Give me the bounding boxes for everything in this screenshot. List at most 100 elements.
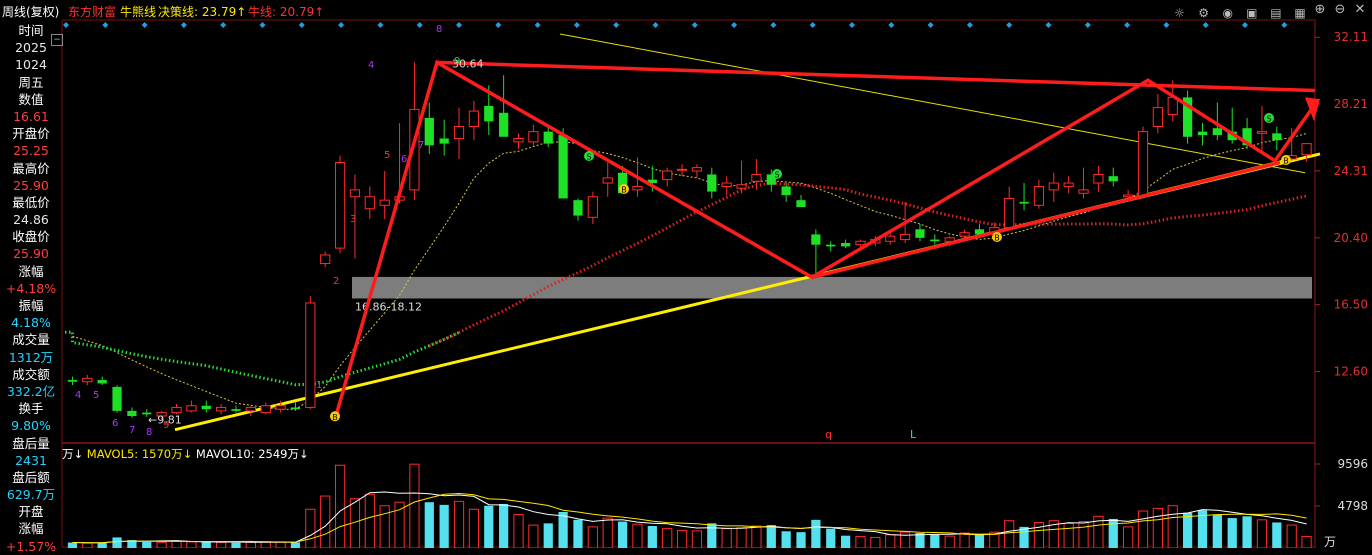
- td-count-label: 7: [418, 140, 424, 151]
- signal-icon-label: S: [774, 171, 779, 180]
- candle-body: [1019, 201, 1029, 204]
- volume-bar: [974, 533, 985, 548]
- volume-axis-label: 4798: [1337, 499, 1368, 513]
- volume-bar: [1183, 512, 1193, 548]
- candle-body: [796, 200, 806, 208]
- volume-bar: [156, 541, 167, 548]
- candle-body: [1272, 133, 1282, 141]
- volume-header: 万↓ MAVOL5: 1570万↓ MAVOL10: 2549万↓: [62, 446, 309, 462]
- volume-bar: [944, 535, 955, 548]
- td-count-label: 8: [436, 24, 442, 35]
- volume-bar: [409, 463, 420, 548]
- td-count-label: 4: [75, 390, 81, 401]
- diamond-marker: [1163, 22, 1170, 28]
- toolbar-icons: ☼ ⚙ ◉ ▣ ▤ ▦: [1169, 2, 1308, 20]
- weekday-value: 周五: [18, 74, 44, 90]
- volume-bar: [781, 531, 791, 548]
- mavol5-value: MAVOL5: 1570万↓: [86, 447, 193, 461]
- candle-body: [364, 196, 375, 210]
- volume-bar: [1063, 522, 1074, 548]
- settings-icon[interactable]: ☼: [1172, 5, 1188, 21]
- amount-label: 成交额: [12, 366, 50, 382]
- collapse-panel-icon[interactable]: −: [51, 34, 63, 46]
- eye-icon[interactable]: ◉: [1220, 5, 1236, 21]
- amplitude-value: 4.18%: [11, 315, 51, 331]
- candle-body: [484, 105, 494, 122]
- gear-icon[interactable]: ⚙: [1196, 5, 1212, 21]
- close-icon[interactable]: ✕: [1352, 2, 1368, 18]
- change-value: +4.18%: [5, 280, 57, 296]
- chart-icon[interactable]: ▤: [1268, 5, 1284, 21]
- volume-bar: [543, 523, 553, 548]
- diamond-marker: [1045, 22, 1052, 28]
- period-selector[interactable]: 周线(复权): [2, 3, 59, 20]
- diamond-marker: [1084, 22, 1091, 28]
- close-value: 25.90: [13, 246, 49, 262]
- volume-bar: [201, 542, 211, 548]
- volume-bar: [1152, 507, 1163, 548]
- diamond-marker: [966, 22, 973, 28]
- volume-axis-label: 9596: [1337, 457, 1368, 471]
- add-icon[interactable]: ⊕: [1312, 2, 1328, 18]
- info-panel: 时间 2025 1024 周五 数值 16.61 开盘价 25.25 最高价 2…: [0, 22, 62, 554]
- candle-body: [855, 240, 866, 246]
- volume-bar: [811, 519, 821, 548]
- low-value: 24.86: [13, 212, 49, 228]
- candle-body: [632, 185, 643, 191]
- value-label: 数值: [18, 91, 44, 107]
- candle-body: [1048, 182, 1059, 191]
- volume-bar: [1242, 516, 1252, 548]
- candle-body: [1033, 185, 1045, 206]
- camera-icon[interactable]: ▣: [1244, 5, 1260, 21]
- diamond-marker: [259, 22, 266, 28]
- volume-bar: [82, 542, 93, 548]
- price-axis-label: 28.21: [1334, 97, 1368, 111]
- diamond-marker: [416, 22, 423, 28]
- candle-body: [112, 386, 122, 411]
- diamond-marker: [573, 22, 580, 28]
- stock-name: 东方财富: [68, 5, 117, 19]
- volume-bar: [1123, 526, 1134, 548]
- grid-icon[interactable]: ▦: [1292, 5, 1308, 21]
- volume-bar: [97, 542, 107, 548]
- minus-icon[interactable]: ⊖: [1332, 2, 1348, 18]
- volume-bar: [67, 542, 78, 548]
- volume-bar: [855, 536, 866, 548]
- volume-bar: [1004, 520, 1015, 548]
- amplitude-label: 振幅: [18, 298, 44, 313]
- diamond-marker: [770, 22, 777, 28]
- candle-body: [1123, 194, 1134, 198]
- volume-bar: [112, 537, 122, 548]
- td-count-label: 6: [112, 418, 118, 429]
- bull-line-value: 牛线: 20.79↑: [248, 5, 325, 19]
- price-axis-label: 20.40: [1334, 231, 1368, 245]
- volume-bar: [290, 542, 301, 548]
- diamond-marker: [1202, 22, 1209, 28]
- candle-body: [320, 254, 331, 265]
- volume-bar: [766, 525, 776, 548]
- signal-icon-label: B: [332, 413, 338, 422]
- volume-bar: [602, 517, 613, 548]
- ma20-line: [72, 132, 1307, 410]
- volume-bar: [171, 540, 182, 548]
- diamond-marker: [613, 22, 620, 28]
- candle-body: [543, 131, 553, 144]
- volume-bar: [1167, 505, 1178, 548]
- td-count-label: 5: [93, 390, 99, 401]
- candle-body: [944, 237, 955, 242]
- open-change-label-2: 涨幅: [18, 521, 44, 537]
- volume-bar: [186, 541, 197, 548]
- volume-bar: [826, 528, 836, 548]
- volume-bar: [632, 523, 643, 548]
- candle-body: [736, 184, 747, 189]
- candle-body: [1108, 176, 1118, 182]
- candle-body: [826, 244, 836, 247]
- candle-body: [781, 186, 791, 196]
- diamond-marker: [220, 22, 227, 28]
- signal-icon-label: B: [1283, 157, 1289, 166]
- mavol5-line: [72, 491, 1307, 544]
- amount-value: 332.2亿: [6, 383, 56, 399]
- candle-body: [1212, 128, 1222, 136]
- signal-icon-label: B: [621, 186, 627, 195]
- kline-chart[interactable]: 32.1128.2124.3120.4016.5012.6016.86-18.1…: [0, 0, 1372, 548]
